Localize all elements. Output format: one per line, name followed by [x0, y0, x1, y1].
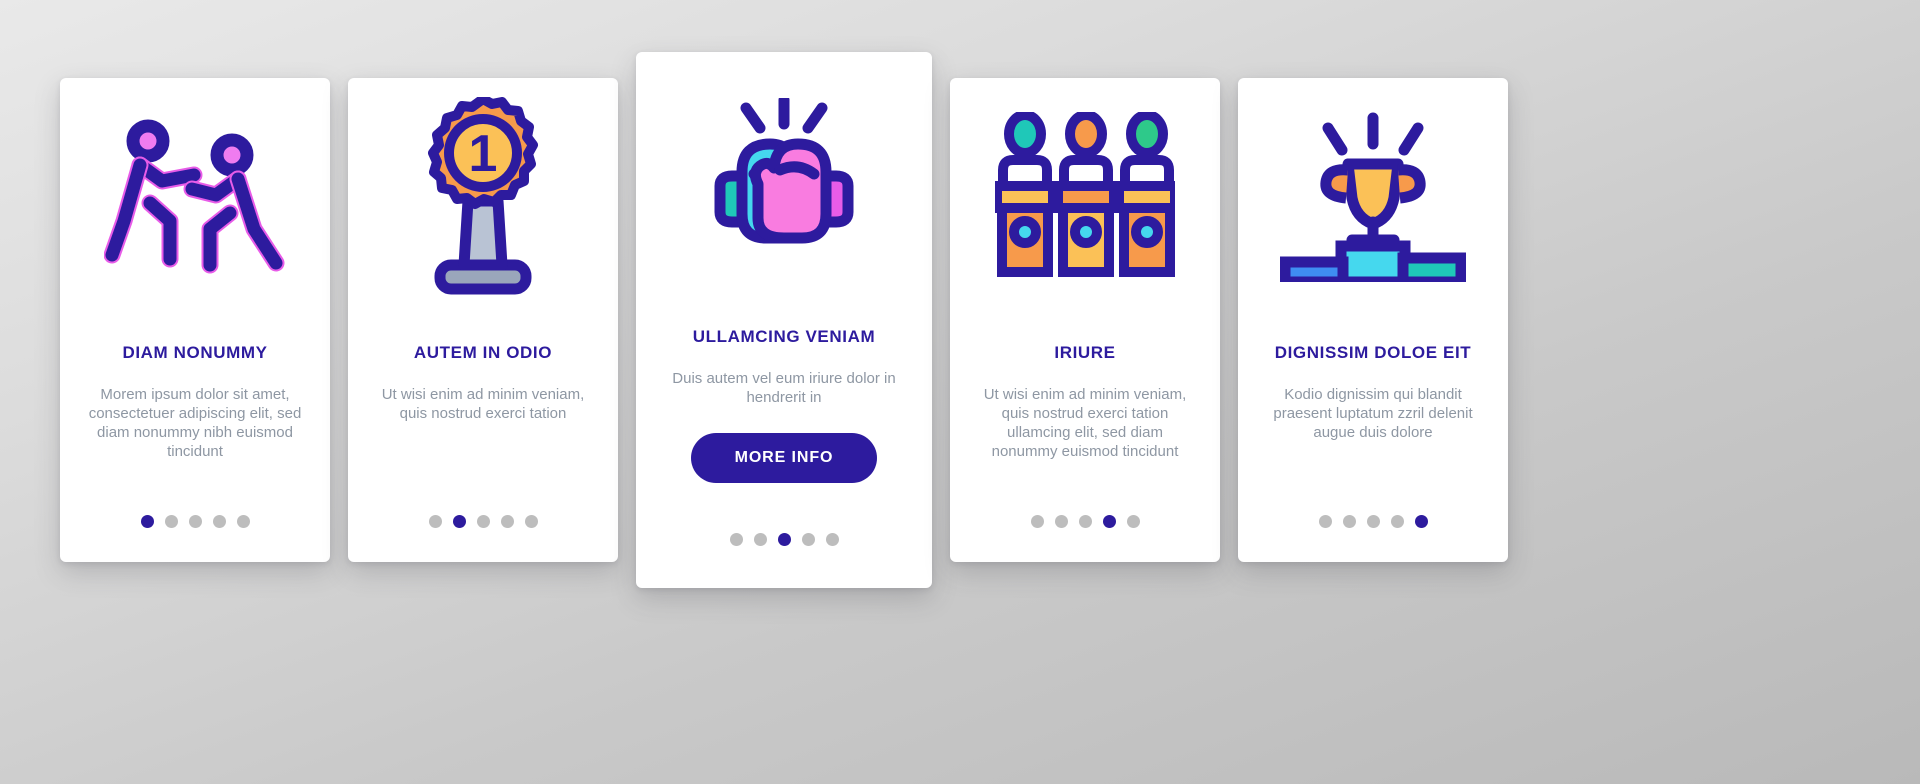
pagination-dot[interactable] — [524, 515, 538, 528]
card-5-icon-area — [1238, 78, 1508, 316]
pagination-dot[interactable] — [236, 515, 250, 528]
card-4-icon-area — [950, 78, 1220, 316]
boxing-gloves-icon — [684, 98, 884, 256]
card-2-title: AUTEM IN ODIO — [413, 343, 553, 362]
pagination-dot[interactable] — [164, 515, 178, 528]
card-3-icon-area — [636, 52, 932, 302]
pagination-dot[interactable] — [476, 515, 490, 528]
three-speakers-podium-icon — [995, 112, 1175, 282]
onboarding-card-5[interactable]: DIGNISSIM DOLOE EIT Kodio dignissim qui … — [1238, 78, 1508, 562]
onboarding-card-4[interactable]: IRIURE Ut wisi enim ad minim veniam, qui… — [950, 78, 1220, 562]
card-1-description: Morem ipsum dolor sit amet, consectetuer… — [88, 385, 302, 461]
pagination-dot[interactable] — [428, 515, 442, 528]
pagination-dot[interactable] — [188, 515, 202, 528]
card-5-description: Kodio dignissim qui blandit praesent lup… — [1273, 385, 1473, 442]
cards-container: DIAM NONUMMY Morem ipsum dolor sit amet,… — [0, 0, 1920, 784]
pagination-dot[interactable] — [140, 515, 154, 528]
card-1-title: DIAM NONUMMY — [122, 343, 268, 362]
card-4-pagination-dots[interactable] — [950, 515, 1220, 528]
card-4-title: IRIURE — [1054, 343, 1116, 362]
card-4-description: Ut wisi enim ad minim veniam, quis nostr… — [983, 385, 1187, 461]
medal-number: 1 — [469, 125, 498, 183]
card-3-pagination-dots[interactable] — [636, 533, 932, 546]
pagination-dot[interactable] — [801, 533, 815, 546]
pagination-dot[interactable] — [212, 515, 226, 528]
onboarding-card-2[interactable]: 1 AUTEM IN ODIO Ut wisi enim ad minim ve… — [348, 78, 618, 562]
pagination-dot[interactable] — [1126, 515, 1140, 528]
trophy-winners-podium-icon — [1280, 112, 1466, 282]
pagination-dot[interactable] — [1030, 515, 1044, 528]
card-2-description: Ut wisi enim ad minim veniam, quis nostr… — [381, 385, 585, 422]
pagination-dot[interactable] — [1366, 515, 1380, 528]
pagination-dot[interactable] — [825, 533, 839, 546]
onboarding-card-1[interactable]: DIAM NONUMMY Morem ipsum dolor sit amet,… — [60, 78, 330, 562]
pagination-dot[interactable] — [1390, 515, 1404, 528]
card-2-pagination-dots[interactable] — [348, 515, 618, 528]
card-3-description: Duis autem vel eum iriure dolor in hendr… — [672, 369, 896, 406]
two-runners-icon — [104, 117, 286, 277]
onboarding-card-3[interactable]: ULLAMCING VENIAM Duis autem vel eum iriu… — [636, 52, 932, 588]
pagination-dot[interactable] — [1102, 515, 1116, 528]
pagination-dot[interactable] — [1054, 515, 1068, 528]
card-5-pagination-dots[interactable] — [1238, 515, 1508, 528]
more-info-button[interactable]: MORE INFO — [690, 433, 878, 484]
card-3-title: ULLAMCING VENIAM — [692, 327, 876, 346]
pagination-dot[interactable] — [452, 515, 466, 528]
card-5-title: DIGNISSIM DOLOE EIT — [1274, 343, 1472, 362]
card-2-icon-area: 1 — [348, 78, 618, 316]
card-1-icon-area — [60, 78, 330, 316]
pagination-dot[interactable] — [500, 515, 514, 528]
card-1-pagination-dots[interactable] — [60, 515, 330, 528]
pagination-dot[interactable] — [729, 533, 743, 546]
onboarding-screens-stage: DIAM NONUMMY Morem ipsum dolor sit amet,… — [0, 0, 1920, 784]
first-place-award-trophy-icon: 1 — [408, 97, 558, 297]
pagination-dot[interactable] — [1078, 515, 1092, 528]
pagination-dot[interactable] — [777, 533, 791, 546]
pagination-dot[interactable] — [753, 533, 767, 546]
pagination-dot[interactable] — [1318, 515, 1332, 528]
pagination-dot[interactable] — [1342, 515, 1356, 528]
pagination-dot[interactable] — [1414, 515, 1428, 528]
